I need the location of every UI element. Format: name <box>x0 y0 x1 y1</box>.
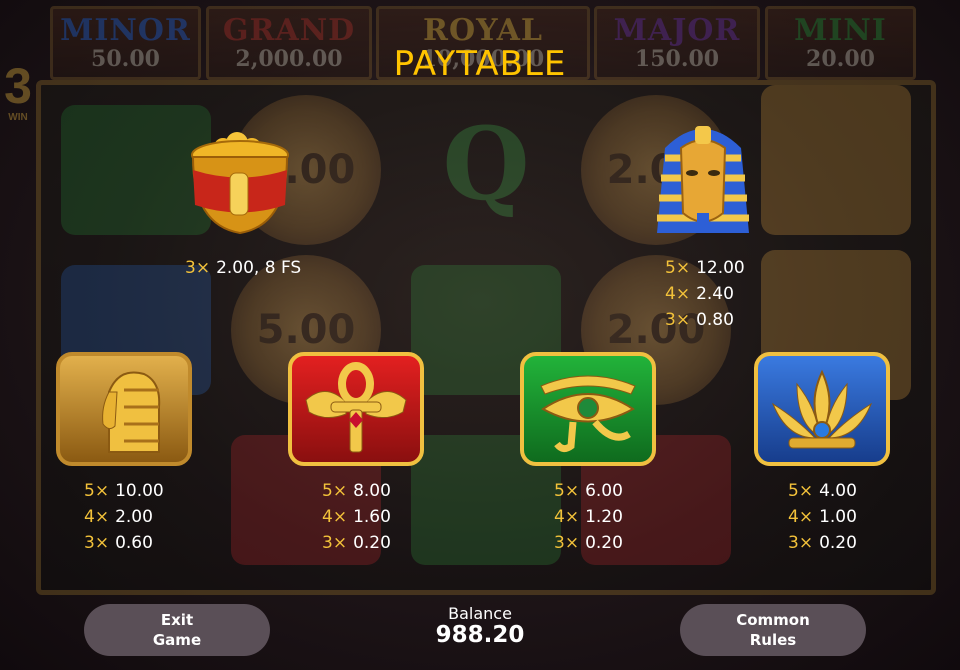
payout-value: 2.40 <box>696 284 734 304</box>
exit-game-button[interactable]: Exit Game <box>84 604 270 656</box>
multiplier: 4× <box>665 284 691 304</box>
ankh-icon <box>305 361 407 452</box>
payout-row: 3× 0.60 <box>84 530 164 556</box>
balance-label: Balance <box>448 604 512 623</box>
multiplier: 5× <box>84 481 110 501</box>
background-game: MINOR 50.00 GRAND 2,000.00 ROYAL 10,000.… <box>0 0 960 670</box>
payout-value: 1.60 <box>353 507 391 527</box>
payout-row: 4× 1.20 <box>554 504 623 530</box>
payout-value: 10.00 <box>115 481 164 501</box>
payout-value: 0.20 <box>585 533 623 553</box>
payout-row: 3× 2.00, 8 FS <box>185 255 301 281</box>
multiplier: 4× <box>554 507 580 527</box>
bg-letter-q: Q <box>442 105 530 223</box>
jackpot-name: ROYAL <box>423 13 543 48</box>
payout-row: 3× 0.20 <box>554 530 623 556</box>
jackpot-name: MINOR <box>60 13 191 48</box>
multiplier: 5× <box>554 481 580 501</box>
multiplier: 3× <box>665 310 691 330</box>
payout-value: 1.20 <box>585 507 623 527</box>
exit-label-line1: Exit <box>160 611 194 629</box>
eye-payouts: 5× 6.00 4× 1.20 3× 0.20 <box>554 478 623 556</box>
eye-of-horus-icon <box>540 375 636 453</box>
payout-value: 1.00 <box>819 507 857 527</box>
payout-value: 0.20 <box>353 533 391 553</box>
payout-row: 4× 2.40 <box>665 281 745 307</box>
payout-value: 6.00 <box>585 481 623 501</box>
payout-row: 5× 4.00 <box>788 478 857 504</box>
lotus-symbol <box>754 352 890 466</box>
multiplier: 4× <box>84 507 110 527</box>
pharaoh-payouts: 5× 12.00 4× 2.40 3× 0.80 <box>665 255 745 333</box>
ankh-payouts: 5× 8.00 4× 1.60 3× 0.20 <box>322 478 391 556</box>
rules-label-line2: Rules <box>749 631 797 649</box>
eye-symbol <box>520 352 656 466</box>
payout-row: 3× 0.20 <box>788 530 857 556</box>
payout-row: 5× 10.00 <box>84 478 164 504</box>
payout-value: 8.00 <box>353 481 391 501</box>
lotus-icon <box>771 369 873 449</box>
payout-value: 0.20 <box>819 533 857 553</box>
payout-value: 12.00 <box>696 258 745 278</box>
gold-pot-icon <box>191 132 289 235</box>
payout-value: 2.00, 8 FS <box>216 258 302 278</box>
multiplier: 3× <box>84 533 110 553</box>
multiplier: 3× <box>185 258 211 278</box>
jackpot-name: GRAND <box>222 13 356 48</box>
balance-value: 988.20 <box>435 622 525 648</box>
payout-row: 4× 2.00 <box>84 504 164 530</box>
pot-payouts: 3× 2.00, 8 FS <box>185 255 301 281</box>
payout-value: 0.60 <box>115 533 153 553</box>
payout-row: 3× 0.80 <box>665 307 745 333</box>
payout-row: 5× 8.00 <box>322 478 391 504</box>
payout-value: 0.80 <box>696 310 734 330</box>
multiplier: 5× <box>322 481 348 501</box>
multiplier: 3× <box>322 533 348 553</box>
cleopatra-symbol <box>56 352 192 466</box>
bg-pharaoh-cell <box>761 85 911 235</box>
common-rules-button[interactable]: Common Rules <box>680 604 866 656</box>
jackpot-name: MINI <box>794 13 887 48</box>
payout-row: 3× 0.20 <box>322 530 391 556</box>
cleopatra-payouts: 5× 10.00 4× 2.00 3× 0.60 <box>84 478 164 556</box>
multiplier: 5× <box>665 258 691 278</box>
payout-row: 4× 1.00 <box>788 504 857 530</box>
payout-row: 5× 12.00 <box>665 255 745 281</box>
payout-row: 4× 1.60 <box>322 504 391 530</box>
ankh-symbol <box>288 352 424 466</box>
multiplier: 3× <box>554 533 580 553</box>
rules-label-line1: Common <box>736 611 810 629</box>
pot-symbol <box>185 125 295 240</box>
jackpot-name: MAJOR <box>613 13 741 48</box>
multiplier: 4× <box>788 507 814 527</box>
multiplier: 4× <box>322 507 348 527</box>
exit-label-line2: Game <box>152 631 202 649</box>
payout-row: 5× 6.00 <box>554 478 623 504</box>
paytable-title: PAYTABLE <box>393 44 567 84</box>
pharaoh-mask-icon <box>657 126 749 233</box>
payout-value: 4.00 <box>819 481 857 501</box>
pharaoh-symbol <box>647 118 759 238</box>
lotus-payouts: 5× 4.00 4× 1.00 3× 0.20 <box>788 478 857 556</box>
cleopatra-head-icon <box>102 371 161 453</box>
payout-value: 2.00 <box>115 507 153 527</box>
multiplier: 5× <box>788 481 814 501</box>
multiplier: 3× <box>788 533 814 553</box>
